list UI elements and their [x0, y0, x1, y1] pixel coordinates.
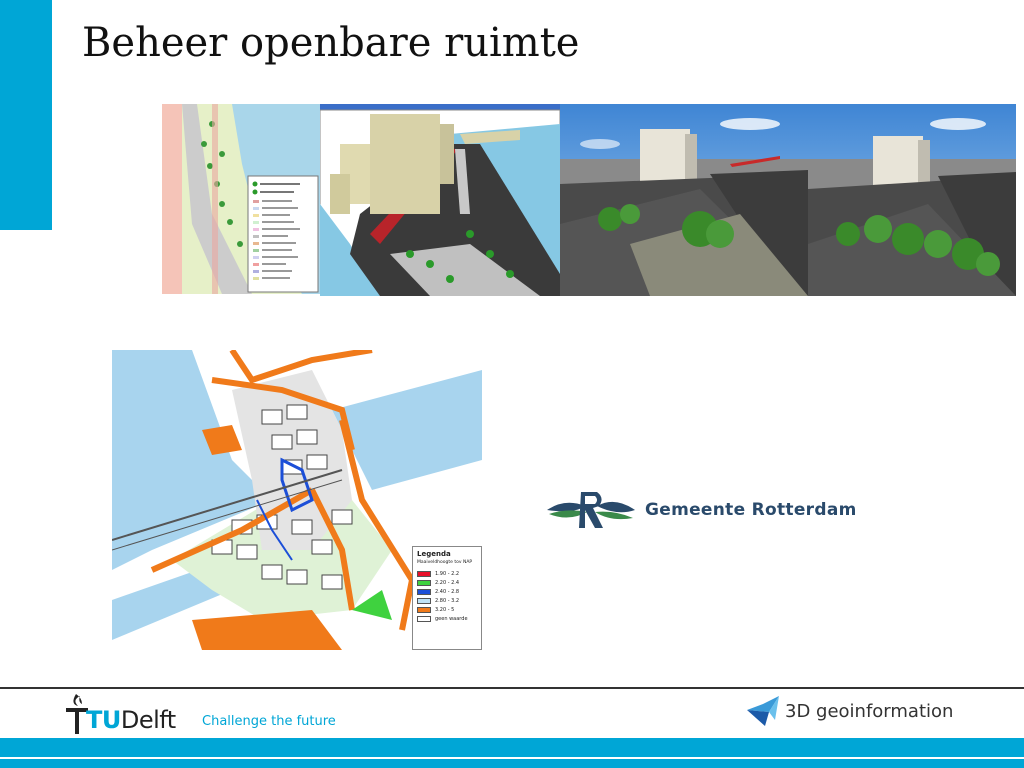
legend-swatch: [417, 615, 431, 622]
tagline: Challenge the future: [202, 714, 336, 729]
accent-bar: [0, 0, 52, 230]
street-map-image: Legenda Maaiveldhoogte tov NAP 1.90 - 2.…: [112, 350, 482, 650]
legend-row: geen waarde: [417, 614, 477, 623]
legend-title: Legenda: [417, 550, 451, 558]
legend-rows: 1.90 - 2.2 2.20 - 2.4 2.40 - 2.8 2.80 - 3.2…: [417, 569, 477, 623]
gis-map-image: [162, 104, 320, 294]
footer-divider: [0, 687, 1024, 689]
tudelft-tu: TU: [86, 706, 121, 734]
legend-swatch: [417, 570, 431, 577]
map-legend: Legenda Maaiveldhoogte tov NAP 1.90 - 2.…: [412, 546, 482, 650]
tudelft-logo: TUDelft: [60, 692, 176, 736]
legend-row: 2.20 - 2.4: [417, 578, 477, 587]
legend-row: 1.90 - 2.2: [417, 569, 477, 578]
legend-swatch: [417, 588, 431, 595]
gemeente-rotterdam-name: Gemeente Rotterdam: [645, 500, 857, 520]
legend-swatch: [417, 597, 431, 604]
legend-label: 2.40 - 2.8: [435, 588, 460, 595]
bottom-band: [0, 738, 1024, 768]
slide-title: Beheer openbare ruimte: [82, 20, 580, 66]
3d-render-image: [560, 104, 808, 296]
3d-city-model-image: [320, 104, 560, 296]
legend-label: 2.80 - 3.2: [435, 597, 460, 604]
bottom-band-stripe: [0, 757, 1024, 759]
3d-geoinformation-logo: 3D geoinformation: [745, 694, 953, 728]
3d-geoinformation-icon: [747, 696, 779, 726]
gemeente-rotterdam-logo: Gemeente Rotterdam: [545, 488, 857, 532]
legend-label: 3.20 - 5: [435, 606, 455, 613]
tudelft-delft: Delft: [120, 706, 176, 734]
legend-subtitle: Maaiveldhoogte tov NAP: [417, 560, 473, 565]
legend-label: 1.90 - 2.2: [435, 570, 460, 577]
3d-geoinformation-name: 3D geoinformation: [785, 700, 954, 722]
legend-row: 3.20 - 5: [417, 605, 477, 614]
3d-render-image: [808, 104, 1016, 296]
tudelft-wordmark: TUDelft: [86, 706, 176, 734]
legend-swatch: [417, 606, 431, 613]
legend-row: 2.40 - 2.8: [417, 587, 477, 596]
rotterdam-emblem-icon: [547, 492, 635, 528]
legend-swatch: [417, 579, 431, 586]
legend-label: 2.20 - 2.4: [435, 579, 460, 586]
legend-row: 2.80 - 3.2: [417, 596, 477, 605]
legend-label: geen waarde: [435, 615, 468, 622]
